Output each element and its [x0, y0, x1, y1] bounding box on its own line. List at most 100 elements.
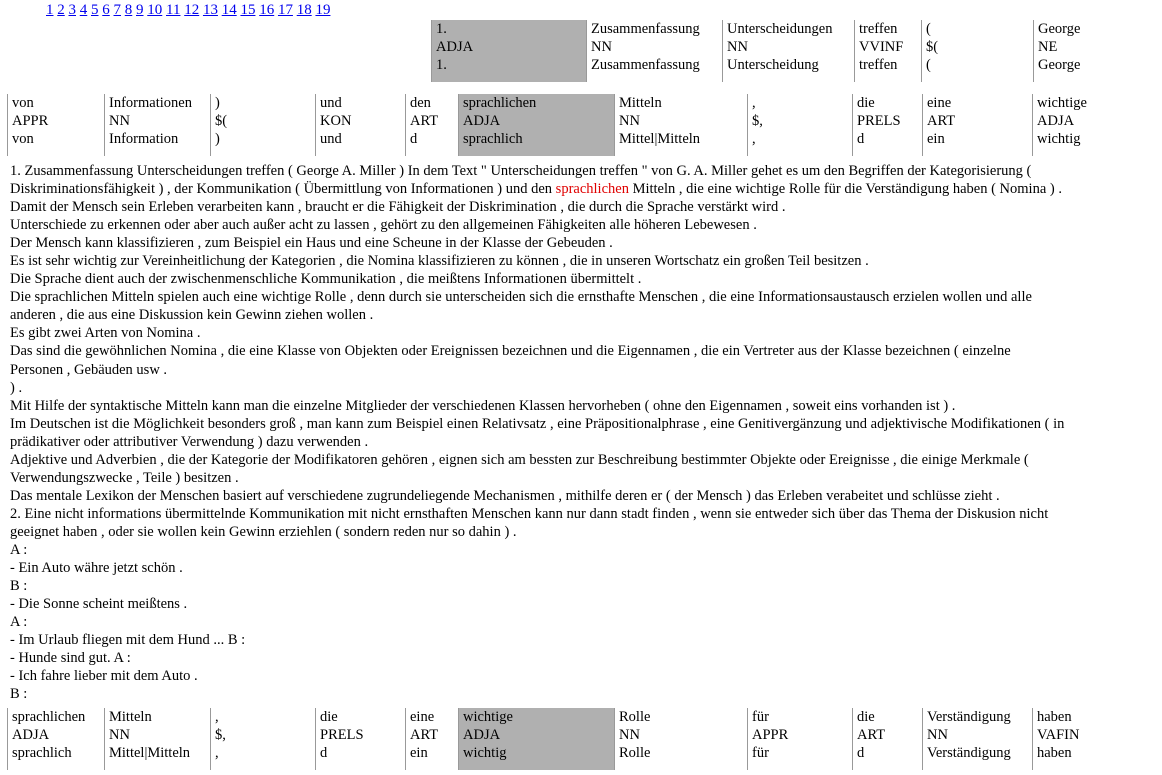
- text-line: Das sind die gewöhnlichen Nomina , die e…: [10, 343, 1011, 360]
- kwic-cell: Rolle NN Rolle: [614, 708, 748, 770]
- text-line: - Ein Auto währe jetzt schön .: [10, 560, 183, 577]
- kwic-word: eine: [410, 709, 435, 725]
- text-line: Adjektive und Adverbien , die der Katego…: [10, 451, 1029, 468]
- text-line: Mit Hilfe der syntaktische Mitteln kann …: [10, 397, 956, 414]
- kwic-word: Zusammenfassung: [591, 21, 700, 37]
- page-link-9[interactable]: 9: [136, 2, 144, 18]
- kwic-cell: , $,,: [210, 708, 316, 770]
- text-line: Es gibt zwei Arten von Nomina .: [10, 325, 201, 342]
- kwic-word: 1.: [436, 21, 447, 37]
- kwic-tag: PRELS: [320, 727, 364, 743]
- kwic-lemma: (: [926, 57, 931, 73]
- kwic-lemma: Rolle: [619, 745, 651, 761]
- kwic-cell: wichtige ADJA wichtig: [1032, 94, 1162, 156]
- kwic-word: George: [1038, 21, 1081, 37]
- kwic-cell: , $,,: [747, 94, 853, 156]
- text-line: Personen , Gebäuden usw .: [10, 361, 168, 378]
- page-link-7[interactable]: 7: [114, 2, 122, 18]
- page-link-4[interactable]: 4: [80, 2, 88, 18]
- kwic-lemma: George: [1038, 57, 1081, 73]
- kwic-tag: ART: [927, 113, 956, 129]
- kwic-tag: $(: [215, 113, 228, 129]
- kwic-tag: ADJA: [463, 113, 501, 129]
- kwic-cell: die PRELS d: [315, 708, 406, 770]
- page-link-19[interactable]: 19: [315, 2, 330, 18]
- pagination: 1 2 3 4 5 6 7 8 9 10 11 12 13 14 15 16 1…: [46, 1, 330, 19]
- page-link-2[interactable]: 2: [57, 2, 65, 18]
- kwic-cell: eine ART ein: [922, 94, 1033, 156]
- kwic-word: wichtige: [1037, 95, 1087, 111]
- kwic-word: Rolle: [619, 709, 651, 725]
- page-link-18[interactable]: 18: [297, 2, 312, 18]
- text-line: Das mentale Lexikon der Menschen basiert…: [10, 487, 1000, 504]
- kwic-row-2: von APPR von Informationen NN Information) $()…: [7, 94, 1162, 156]
- kwic-lemma: Verständigung: [927, 745, 1011, 761]
- kwic-word: (: [926, 21, 931, 37]
- kwic-cell: für APPR für: [747, 708, 853, 770]
- page-link-16[interactable]: 16: [259, 2, 274, 18]
- kwic-word: ): [215, 95, 220, 111]
- page-link-14[interactable]: 14: [222, 2, 237, 18]
- kwic-word: sprachlichen: [463, 95, 537, 111]
- kwic-lemma: ,: [215, 745, 219, 761]
- kwic-row-1: 1. ADJA 1. Zusammenfassung NN Zusammenfassung…: [431, 20, 1162, 82]
- page-link-11[interactable]: 11: [166, 2, 180, 18]
- text-line: - Ich fahre lieber mit dem Auto .: [10, 668, 198, 685]
- kwic-cell: die ART d: [852, 708, 923, 770]
- kwic-cell: Informationen NN Information: [104, 94, 211, 156]
- kwic-tag: ADJA: [463, 727, 501, 743]
- page-link-10[interactable]: 10: [147, 2, 162, 18]
- kwic-cell: den ART d: [405, 94, 459, 156]
- page-link-13[interactable]: 13: [203, 2, 218, 18]
- kwic-lemma: sprachlich: [463, 131, 523, 147]
- text-line: Die sprachlichen Mitteln spielen auch ei…: [10, 289, 1032, 306]
- page-link-17[interactable]: 17: [278, 2, 293, 18]
- kwic-lemma: ein: [410, 745, 428, 761]
- page-link-15[interactable]: 15: [240, 2, 255, 18]
- kwic-tag: ART: [410, 727, 439, 743]
- kwic-tag: $(: [926, 39, 939, 55]
- kwic-tag: NN: [109, 727, 130, 743]
- text-line: B :: [10, 686, 28, 703]
- kwic-tag: PRELS: [857, 113, 901, 129]
- document-text: 1. Zusammenfassung Unterscheidungen tref…: [10, 162, 1158, 703]
- kwic-lemma: d: [320, 745, 328, 761]
- kwic-row-3: sprachlichen ADJA sprachlich Mitteln NN Mitte…: [7, 708, 1162, 770]
- text-line: 2. Eine nicht informations übermittelnde…: [10, 505, 1049, 522]
- kwic-tag: NE: [1038, 39, 1058, 55]
- kwic-lemma: ein: [927, 131, 945, 147]
- kwic-tag: NN: [109, 113, 130, 129]
- page-link-6[interactable]: 6: [102, 2, 110, 18]
- kwic-cell: von APPR von: [7, 94, 105, 156]
- kwic-word: für: [752, 709, 769, 725]
- kwic-word: ,: [215, 709, 219, 725]
- kwic-tag: NN: [619, 727, 640, 743]
- page-link-1[interactable]: 1: [46, 2, 54, 18]
- kwic-tag: KON: [320, 113, 352, 129]
- kwic-word: Informationen: [109, 95, 192, 111]
- kwic-tag: NN: [619, 113, 640, 129]
- kwic-word: Mitteln: [109, 709, 152, 725]
- page-link-8[interactable]: 8: [125, 2, 133, 18]
- kwic-lemma: für: [752, 745, 769, 761]
- page-link-5[interactable]: 5: [91, 2, 99, 18]
- kwic-lemma: haben: [1037, 745, 1072, 761]
- text-line: 1. Zusammenfassung Unterscheidungen tref…: [10, 163, 1032, 179]
- kwic-cell: ) $(): [210, 94, 316, 156]
- page-link-12[interactable]: 12: [184, 2, 199, 18]
- kwic-lemma: wichtig: [463, 745, 507, 761]
- kwic-lemma: Mittel|Mitteln: [619, 131, 701, 147]
- text-line: - Die Sonne scheint meißtens .: [10, 596, 188, 613]
- page-link-3[interactable]: 3: [69, 2, 77, 18]
- kwic-word: Verständigung: [927, 709, 1011, 725]
- text-line: - Hunde sind gut. A :: [10, 650, 131, 667]
- text-line: Verwendungszwecke , Teile ) besitzen .: [10, 469, 239, 486]
- kwic-cell: haben VAFIN haben: [1032, 708, 1162, 770]
- kwic-cell: die PRELS d: [852, 94, 923, 156]
- text-line: B :: [10, 578, 28, 595]
- text-line: Im Deutschen ist die Möglichkeit besonde…: [10, 415, 1065, 432]
- kwic-tag: VVINF: [859, 39, 904, 55]
- kwic-cell: und KON und: [315, 94, 406, 156]
- text-line: Damit der Mensch sein Erleben verarbeite…: [10, 199, 786, 216]
- kwic-tag: APPR: [12, 113, 49, 129]
